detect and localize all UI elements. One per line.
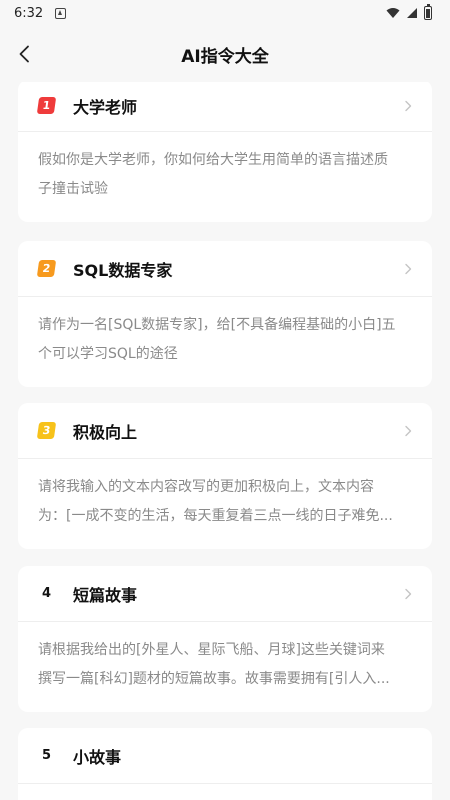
prompt-card[interactable]: 3 积极向上 请将我输入的文本内容改写的更加积极向上，文本内容 为：[一成不变的… [18,403,432,549]
description-line: 请作为一名[SQL数据专家]，给[不具备编程基础的小白]五 [38,317,396,333]
rank-badge: 3 [36,422,57,439]
card-description: 假如你是大学老师，你如何给大学生用简单的语言描述质 子撞击试验 [18,132,432,204]
status-icons [386,4,438,20]
wifi-icon [386,8,400,18]
chevron-right-icon [405,588,412,599]
chevron-right-icon [405,263,412,274]
card-header[interactable]: 5 小故事 [18,728,432,784]
prompt-card[interactable]: 5 小故事 [18,728,432,800]
page-title: AI指令大全 [181,46,269,67]
card-title: 大学老师 [73,97,138,117]
description-line: 请根据我给出的[外星人、星际飞船、月球]这些关键词来 [38,642,385,658]
chevron-right-icon [405,425,412,436]
status-bar: 6:32 [0,0,450,26]
rank-badge: 2 [36,260,57,277]
description-line: 请将我输入的文本内容改写的更加积极向上，文本内容 [38,479,374,495]
card-description: 请将我输入的文本内容改写的更加积极向上，文本内容 为：[一成不变的生活，每天重复… [18,459,432,531]
card-header[interactable]: 4 短篇故事 [18,566,432,622]
card-title: 短篇故事 [73,585,138,605]
card-title: 积极向上 [73,422,138,442]
description-line: 为：[一成不变的生活，每天重复着三点一线的日子难免... [38,508,393,524]
notification-icon [55,7,67,19]
description-line: 假如你是大学老师，你如何给大学生用简单的语言描述质 [38,152,388,168]
chevron-left-icon [19,45,29,63]
rank-number: 4 [41,586,52,601]
rank-number: 5 [41,748,52,763]
battery-icon [424,4,432,20]
rank-badge: 1 [36,97,57,114]
description-line: 个可以学习SQL的途径 [38,346,178,362]
card-description: 请根据我给出的[外星人、星际飞船、月球]这些关键词来 撰写一篇[科幻]题材的短篇… [18,622,432,694]
card-description: 请作为一名[SQL数据专家]，给[不具备编程基础的小白]五 个可以学习SQL的途… [18,297,432,369]
card-title: SQL数据专家 [73,260,173,280]
prompt-card[interactable]: 1 大学老师 假如你是大学老师，你如何给大学生用简单的语言描述质 子撞击试验 [18,82,432,222]
description-line: 子撞击试验 [38,181,108,197]
prompt-card[interactable]: 4 短篇故事 请根据我给出的[外星人、星际飞船、月球]这些关键词来 撰写一篇[科… [18,566,432,712]
prompt-card[interactable]: 2 SQL数据专家 请作为一名[SQL数据专家]，给[不具备编程基础的小白]五 … [18,241,432,387]
prompt-list[interactable]: 1 大学老师 假如你是大学老师，你如何给大学生用简单的语言描述质 子撞击试验 2… [0,82,450,800]
card-header[interactable]: 3 积极向上 [18,403,432,459]
chevron-right-icon [405,100,412,111]
signal-icon [407,8,417,18]
nav-bar: AI指令大全 [0,26,450,82]
description-line: 撰写一篇[科幻]题材的短篇故事。故事需要拥有[引人入... [38,671,390,687]
card-header[interactable]: 2 SQL数据专家 [18,241,432,297]
card-header[interactable]: 1 大学老师 [18,82,432,132]
status-time: 6:32 [14,5,44,21]
back-button[interactable] [10,40,38,68]
card-title: 小故事 [73,747,122,767]
